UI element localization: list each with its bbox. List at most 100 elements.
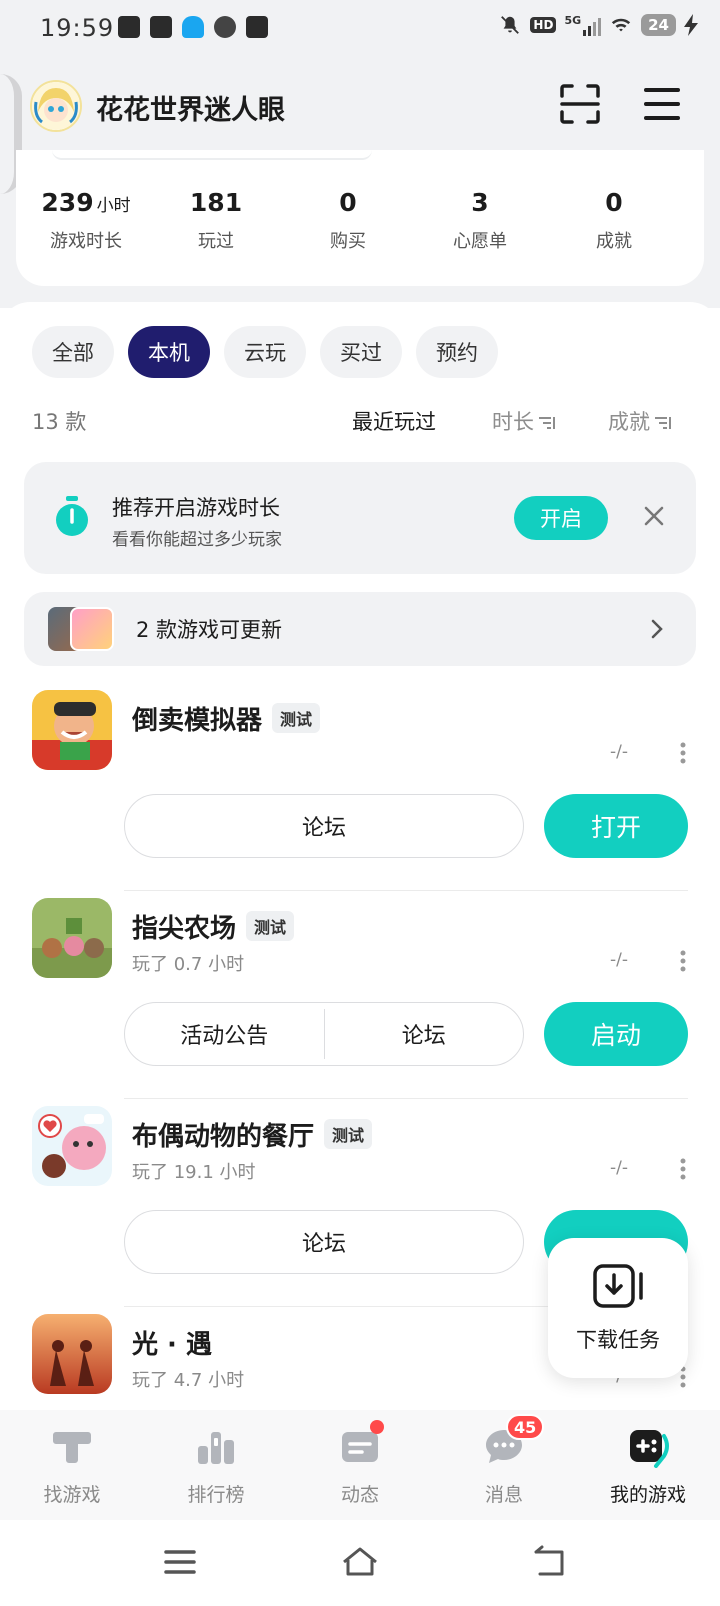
play-time: 玩了 4.7 小时 — [132, 1370, 245, 1391]
nav-label: 找游戏 — [43, 1484, 101, 1506]
nav-find-games[interactable]: 找游戏 — [0, 1424, 144, 1507]
filter-tabs: 全部 本机 云玩 买过 预约 — [32, 326, 498, 378]
more-icon[interactable] — [680, 1158, 686, 1180]
chevron-right-icon — [651, 619, 663, 639]
nav-feed[interactable]: 动态 — [288, 1420, 432, 1507]
sort-icon — [539, 417, 555, 429]
link-icon — [214, 16, 236, 38]
sort-playtime[interactable]: 时长 — [492, 406, 556, 436]
feed-icon — [338, 1420, 384, 1468]
game-name: 光 · 遇 — [132, 1330, 212, 1360]
forum-button[interactable]: 论坛 — [124, 794, 524, 858]
achievement-score: -/- — [610, 1158, 628, 1178]
stat-achievements[interactable]: 0 成就 — [544, 188, 684, 253]
signal-icon: 5G — [564, 14, 602, 36]
avatar[interactable] — [30, 80, 82, 132]
card-edge — [52, 150, 372, 160]
status-time: 19:59 — [40, 14, 115, 42]
download-icon — [593, 1264, 643, 1308]
recent-apps-icon[interactable] — [160, 1544, 200, 1580]
sort-playtime-label: 时长 — [492, 410, 534, 434]
tip-title: 推荐开启游戏时长 — [112, 496, 280, 520]
test-badge: 测试 — [246, 911, 295, 941]
stat-played[interactable]: 181 玩过 — [146, 188, 286, 253]
charging-icon — [684, 14, 698, 36]
tab-all[interactable]: 全部 — [32, 326, 114, 378]
game-item: 指尖农场 测试 玩了 0.7 小时 -/- 活动公告 论坛 启动 — [0, 898, 720, 1106]
stat-label: 心愿单 — [453, 231, 507, 252]
sort-recent[interactable]: 最近玩过 — [352, 406, 436, 436]
update-text: 2 款游戏可更新 — [136, 618, 283, 642]
nav-label: 消息 — [484, 1484, 523, 1506]
stat-playtime[interactable]: 239 小时 游戏时长 — [16, 188, 156, 253]
mute-icon — [501, 16, 520, 34]
message-icon: 45 — [482, 1414, 545, 1468]
stat-value: 0 — [339, 188, 357, 217]
tab-purchased[interactable]: 买过 — [320, 326, 402, 378]
sort-bar: 13 款 最近玩过 时长 成就 — [32, 406, 688, 436]
tab-reserved[interactable]: 预约 — [416, 326, 498, 378]
download-task-button[interactable]: 下载任务 — [548, 1238, 688, 1378]
stat-purchased[interactable]: 0 购买 — [278, 188, 418, 253]
forum-button[interactable]: 论坛 — [325, 1003, 524, 1065]
nav-ranking[interactable]: 排行榜 — [144, 1424, 288, 1507]
achievement-score: -/- — [610, 950, 628, 970]
game-icon-image[interactable] — [32, 898, 112, 978]
playtime-tip-card: 推荐开启游戏时长 看看你能超过多少玩家 开启 — [24, 462, 696, 574]
battery-level: 24 — [641, 14, 676, 36]
game-name: 指尖农场 — [132, 914, 237, 944]
stat-value: 181 — [189, 188, 243, 217]
launch-button[interactable]: 启动 — [544, 1002, 688, 1066]
tiktok-icon — [246, 16, 268, 38]
scan-icon[interactable] — [558, 82, 602, 126]
game-title: 指尖农场 测试 — [132, 908, 295, 945]
sort-icon — [655, 417, 671, 429]
stat-unit: 小时 — [96, 196, 131, 216]
stat-label: 玩过 — [198, 231, 234, 252]
username[interactable]: 花花世界迷人眼 — [96, 88, 285, 127]
download-task-label: 下载任务 — [576, 1328, 660, 1352]
forum-button[interactable]: 论坛 — [124, 1210, 524, 1274]
profile-header: 花花世界迷人眼 — [0, 58, 720, 150]
open-button[interactable]: 打开 — [544, 794, 688, 858]
unread-dot — [370, 1420, 384, 1434]
update-banner[interactable]: 2 款游戏可更新 — [24, 592, 696, 666]
qq-icon — [182, 16, 204, 38]
network-type: 5G — [564, 14, 582, 27]
message-count-badge: 45 — [506, 1414, 545, 1440]
ranking-icon — [198, 1432, 234, 1464]
stat-value: 239 — [41, 188, 94, 217]
home-icon[interactable] — [340, 1544, 380, 1580]
system-status: HD 5G 24 — [498, 14, 698, 36]
test-badge: 测试 — [272, 703, 321, 733]
video-icon — [118, 16, 140, 38]
stat-label: 游戏时长 — [50, 231, 122, 252]
game-icon-image[interactable] — [32, 690, 112, 770]
tab-local[interactable]: 本机 — [128, 326, 210, 378]
menu-icon[interactable] — [640, 82, 684, 126]
more-icon[interactable] — [680, 950, 686, 972]
more-icon[interactable] — [680, 742, 686, 764]
game-name: 布偶动物的餐厅 — [132, 1122, 315, 1152]
hd-icon: HD — [530, 17, 557, 33]
stat-wishlist[interactable]: 3 心愿单 — [410, 188, 550, 253]
game-icon-image[interactable] — [32, 1314, 112, 1394]
stopwatch-icon — [56, 496, 88, 536]
system-navigation — [0, 1520, 720, 1606]
game-title: 倒卖模拟器 测试 — [132, 700, 321, 737]
bottom-navigation: 找游戏 排行榜 动态 45 消息 我的游戏 — [0, 1410, 720, 1520]
stat-value: 0 — [605, 188, 623, 217]
announcement-button[interactable]: 活动公告 — [125, 1003, 324, 1065]
game-count: 13 款 — [32, 410, 87, 434]
my-games-icon — [630, 1430, 669, 1468]
sort-achievement[interactable]: 成就 — [608, 406, 672, 436]
tip-subtitle: 看看你能超过多少玩家 — [112, 530, 282, 550]
nav-my-games[interactable]: 我的游戏 — [576, 1424, 720, 1507]
nav-label: 排行榜 — [187, 1484, 245, 1506]
tab-cloud[interactable]: 云玩 — [224, 326, 306, 378]
enable-button[interactable]: 开启 — [514, 496, 608, 540]
game-icon-image[interactable] — [32, 1106, 112, 1186]
back-icon[interactable] — [530, 1544, 570, 1580]
nav-messages[interactable]: 45 消息 — [432, 1414, 576, 1507]
close-icon[interactable] — [640, 502, 668, 530]
